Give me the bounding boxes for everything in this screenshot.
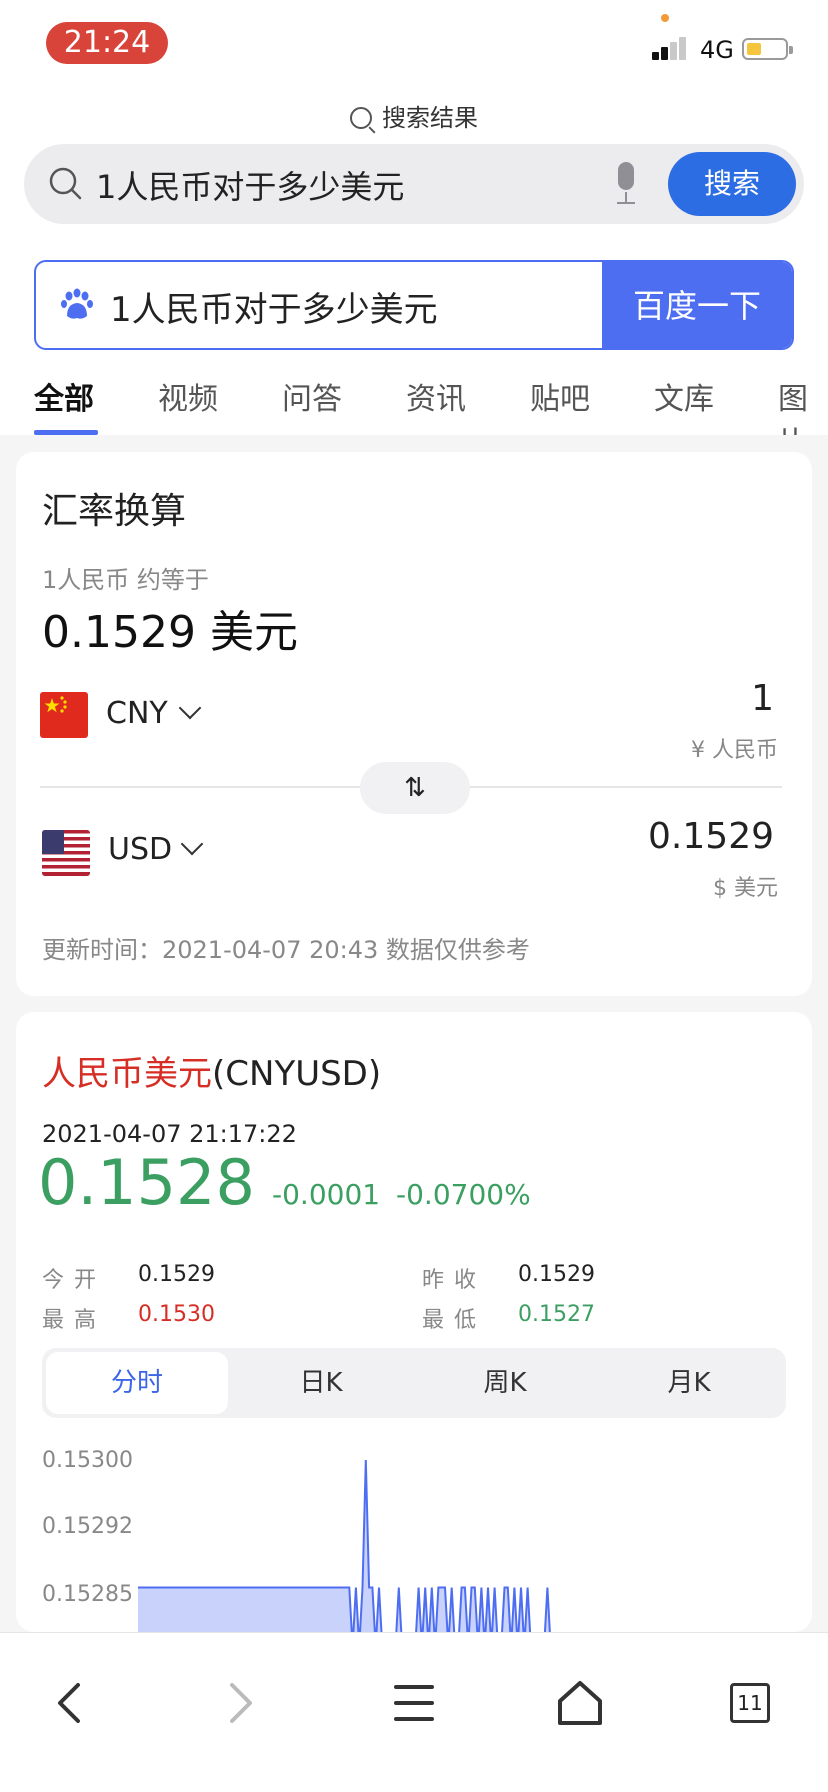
search-icon (49, 167, 82, 200)
search-input[interactable]: 1人民币对于多少美元 (96, 162, 404, 208)
tab-wenku[interactable]: 文库 (654, 374, 714, 418)
baidu-search-input[interactable]: 1人民币对于多少美元 (110, 282, 438, 331)
tab-all[interactable]: 全部 (34, 374, 94, 418)
baidu-search-button[interactable]: 百度一下 (602, 262, 792, 348)
chevron-down-icon[interactable] (178, 696, 202, 720)
tab-tieba[interactable]: 贴吧 (530, 374, 590, 418)
home-icon[interactable] (550, 1673, 610, 1733)
tab-qa[interactable]: 问答 (282, 374, 342, 418)
active-tab-indicator (34, 430, 98, 435)
back-icon[interactable] (40, 1673, 100, 1733)
swap-currency-button[interactable]: ⇅ (360, 762, 470, 814)
to-currency-select[interactable]: USD (108, 832, 172, 867)
baidu-search-box[interactable]: 1人民币对于多少美元 百度一下 (34, 260, 794, 350)
search-header: 搜索结果 1人民币对于多少美元 搜索 1人民币对于多少美元 百度一下 全部 视频… (0, 80, 828, 435)
from-currency-select[interactable]: CNY (106, 696, 168, 731)
menu-icon[interactable] (384, 1673, 444, 1733)
converter-title: 汇率换算 (42, 491, 187, 532)
usa-flag-icon (42, 830, 90, 876)
status-bar: 21:24 4G (0, 0, 828, 80)
tab-images[interactable]: 图片 (778, 374, 828, 435)
microphone-icon[interactable] (614, 162, 638, 206)
to-amount-output[interactable]: 0.1529 (648, 816, 774, 857)
search-icon (350, 107, 372, 129)
privacy-indicator-icon (661, 14, 669, 22)
tab-news[interactable]: 资讯 (406, 374, 466, 418)
network-type: 4G (700, 36, 734, 64)
china-flag-icon (40, 692, 88, 738)
tabs-icon[interactable]: 11 (730, 1683, 770, 1723)
converter-result: 0.1529 美元 (42, 607, 298, 658)
chevron-down-icon[interactable] (180, 832, 204, 856)
results-label-text: 搜索结果 (382, 104, 478, 132)
search-bar[interactable]: 1人民币对于多少美元 搜索 (24, 144, 804, 224)
chart-area-fill (138, 1460, 550, 1632)
baidu-paw-icon (61, 288, 93, 319)
bottom-nav: 11 (0, 1632, 828, 1792)
battery-icon (742, 38, 793, 60)
tab-video[interactable]: 视频 (158, 374, 218, 418)
from-currency-unit: ¥ 人民币 (691, 738, 778, 763)
forward-icon[interactable] (210, 1673, 270, 1733)
to-currency-unit: $ 美元 (713, 876, 778, 901)
result-tabs: 全部 视频 问答 资讯 贴吧 文库 图片 (0, 370, 828, 435)
intraday-chart (138, 1459, 551, 1632)
exchange-converter-card: 汇率换算 1人民币 约等于 0.1529 美元 CNY 1 ¥ 人民币 ⇅ US… (16, 452, 812, 996)
converter-subtitle: 1人民币 约等于 (42, 566, 209, 594)
results-label: 搜索结果 (0, 98, 828, 133)
from-amount-input[interactable]: 1 (751, 678, 774, 719)
signal-icon (652, 36, 692, 60)
search-button[interactable]: 搜索 (668, 152, 796, 216)
quote-card: 人民币美元(CNYUSD) 2021-04-07 21:17:22 0.1528… (16, 1012, 812, 1632)
status-time: 21:24 (46, 22, 168, 64)
update-time: 更新时间：2021-04-07 20:43 数据仅供参考 (42, 936, 530, 964)
